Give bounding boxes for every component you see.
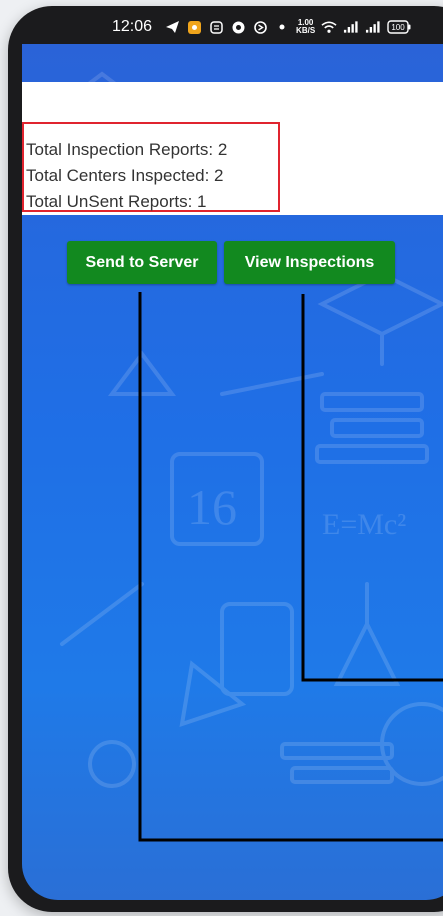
battery-icon: 100 <box>387 19 411 35</box>
app-notification-icon <box>186 19 202 35</box>
dot-icon <box>274 19 290 35</box>
send-button-connector-line <box>138 292 443 842</box>
data-saver-icon <box>252 19 268 35</box>
view-button-connector-line <box>301 294 443 682</box>
telegram-icon <box>164 19 180 35</box>
annotation-connectors <box>138 292 443 842</box>
network-speed-unit: KB/S <box>296 26 316 35</box>
app-screen: 16 E=Mc² Total Inspection Reports: 2 Tot… <box>22 44 443 900</box>
status-bar: 12:06 1.00 KB/S 100 <box>112 12 411 42</box>
stage: 12:06 1.00 KB/S 100 16 E=Mc² Total Inspe… <box>0 0 443 916</box>
record-icon <box>230 19 246 35</box>
wifi-icon <box>321 19 337 35</box>
signal-icon-2 <box>365 19 381 35</box>
signal-icon-1 <box>343 19 359 35</box>
battery-level: 100 <box>391 23 405 32</box>
voicemail-icon <box>208 19 224 35</box>
network-speed: 1.00 KB/S <box>296 19 315 35</box>
status-time: 12:06 <box>112 18 153 35</box>
